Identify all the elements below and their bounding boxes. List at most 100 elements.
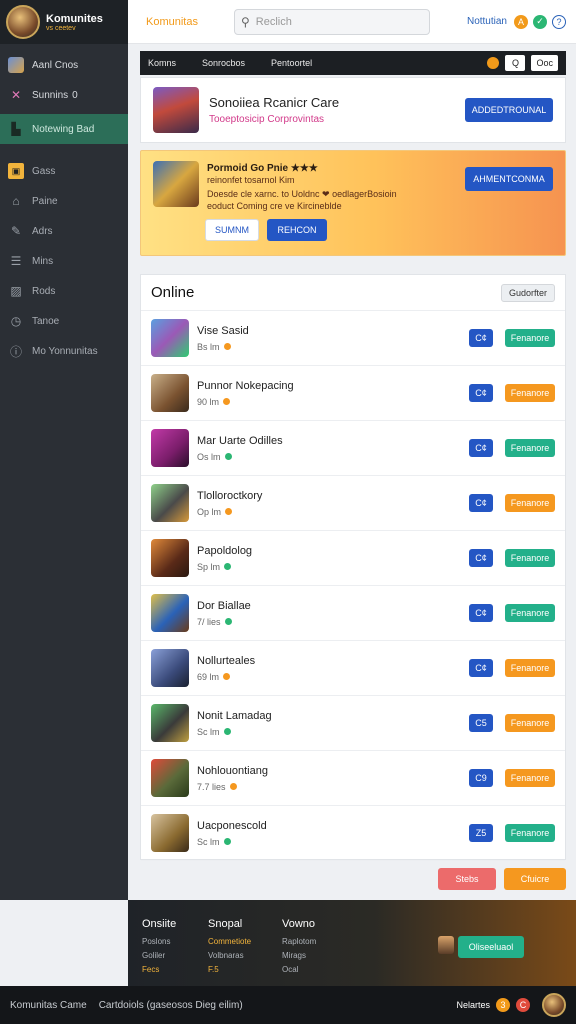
game-thumbnail-icon xyxy=(151,539,189,577)
logo-avatar-icon xyxy=(6,5,40,39)
row-name: Tlolloroctkory xyxy=(197,489,263,502)
promo-button-a[interactable]: SUMNM xyxy=(205,219,259,241)
row-action-button[interactable]: Fenanore xyxy=(505,549,555,567)
list-item[interactable]: Nohlouontiang 7.7 lies C9 Fenanore xyxy=(141,751,565,806)
row-code-button[interactable]: C¢ xyxy=(469,329,493,347)
sidebar-item-label: Aanl Cnos xyxy=(32,59,79,71)
row-name: Nollurteales xyxy=(197,654,256,667)
footer-link[interactable]: Ocal xyxy=(282,965,316,974)
game-thumbnail-icon xyxy=(151,374,189,412)
list-item[interactable]: Nonit Lamadag Sc lm C5 Fenanore xyxy=(141,696,565,751)
tab-search-button[interactable]: Q xyxy=(505,55,526,71)
row-code-button[interactable]: C¢ xyxy=(469,604,493,622)
list-item[interactable]: Papoldolog Sp lm C¢ Fenanore xyxy=(141,531,565,586)
row-code-button[interactable]: Z5 xyxy=(469,824,493,842)
profile-card: Sonoiiea Rcanicr Care Tooeptosicip Corpr… xyxy=(140,77,566,143)
row-meta: Op lm xyxy=(197,506,222,517)
sidebar-item-gass[interactable]: ▣ Gass xyxy=(0,156,128,186)
online-filter-button[interactable]: Gudorfter xyxy=(501,283,555,302)
copyright-text: Komunitas Came xyxy=(10,999,87,1011)
sidebar-item-sunnins[interactable]: ✕ Sunnins 0 xyxy=(0,80,128,110)
game-thumbnail-icon xyxy=(151,704,189,742)
row-code-button[interactable]: C¢ xyxy=(469,549,493,567)
footer-link[interactable]: Mirags xyxy=(282,951,316,960)
search-input[interactable]: ⚲ Reclich xyxy=(234,8,430,35)
row-action-button[interactable]: Fenanore xyxy=(505,604,555,622)
game-thumbnail-icon xyxy=(151,649,189,687)
list-item[interactable]: Uacponescold Sc lm Z5 Fenanore xyxy=(141,806,565,861)
status-check-icon[interactable]: ✓ xyxy=(533,14,547,29)
footer-heading: Onsiite xyxy=(142,918,177,930)
footer-cta-button[interactable]: Oliseeluaol xyxy=(458,936,524,958)
row-code-button[interactable]: C¢ xyxy=(469,439,493,457)
bottom-links[interactable]: Cartdoiols (gaseosos Dieg eilim) xyxy=(99,1000,243,1011)
sidebar-item-mo-yonnunitas[interactable]: ⓘ Mo Yonnunitas xyxy=(0,336,128,366)
status-dot-icon xyxy=(224,618,232,625)
profile-action-button[interactable]: ADDEDTROUNAL xyxy=(465,98,553,122)
promo-primary-button[interactable]: AHMENTCONMA xyxy=(465,167,553,191)
row-action-button[interactable]: Fenanore xyxy=(505,824,555,842)
notifications-link[interactable]: Nottutian xyxy=(467,16,507,27)
tab-bar: Komns Sonrocbos Pentoortel Q Ooc xyxy=(140,51,566,75)
sidebar-item-tanoe[interactable]: ◷ Tanoe xyxy=(0,306,128,336)
list-item[interactable]: Vise Sasid Bs lm C¢ Fenanore xyxy=(141,311,565,366)
tab-komns[interactable]: Komns xyxy=(148,58,176,68)
bottom-notifications-label[interactable]: Nelartes xyxy=(456,1000,490,1010)
row-meta: 69 lm xyxy=(197,671,220,682)
list-item[interactable]: Nollurteales 69 lm C¢ Fenanore xyxy=(141,641,565,696)
tab-sonrocbos[interactable]: Sonrocbos xyxy=(202,58,245,68)
footer-link[interactable]: F.5 xyxy=(208,965,251,974)
sidebar-item-adrs[interactable]: ✎ Adrs xyxy=(0,216,128,246)
row-code-button[interactable]: C¢ xyxy=(469,494,493,512)
user-avatar[interactable] xyxy=(542,993,566,1017)
promo-line-3: eoduct Coming cre ve Kircineblde xyxy=(207,201,342,211)
row-meta: 7/ lies xyxy=(197,616,221,627)
brand-title[interactable]: Komunitas xyxy=(146,16,234,28)
promo-game-icon xyxy=(153,161,199,207)
list-item[interactable]: Dor Biallae 7/ lies C¢ Fenanore xyxy=(141,586,565,641)
tab-pentoortel[interactable]: Pentoortel xyxy=(271,58,312,68)
profile-title: Sonoiiea Rcanicr Care xyxy=(209,95,340,110)
notification-badge[interactable]: A xyxy=(514,14,528,29)
footer-link[interactable]: Raplotom xyxy=(282,937,316,946)
row-action-button[interactable]: Fenanore xyxy=(505,329,555,347)
row-action-button[interactable]: Fenanore xyxy=(505,659,555,677)
online-primary-button[interactable]: Cfuicre xyxy=(504,868,566,890)
row-meta: Sc lm xyxy=(197,726,220,737)
row-code-button[interactable]: C¢ xyxy=(469,659,493,677)
row-action-button[interactable]: Fenanore xyxy=(505,769,555,787)
row-code-button[interactable]: C5 xyxy=(469,714,493,732)
logo[interactable]: Komunites vs ceetev xyxy=(0,0,128,44)
row-action-button[interactable]: Fenanore xyxy=(505,384,555,402)
list-item[interactable]: Punnor Nokepacing 90 lm C¢ Fenanore xyxy=(141,366,565,421)
footer-link[interactable]: Volbnaras xyxy=(208,951,251,960)
sidebar-item-paine[interactable]: ⌂ Paine xyxy=(0,186,128,216)
footer-link[interactable]: Goliler xyxy=(142,951,176,960)
sidebar-item-notewing-bad[interactable]: ▙ Notewing Bad xyxy=(0,114,128,144)
sidebar-item-aanl-cnos[interactable]: Aanl Cnos xyxy=(0,50,128,80)
bottom-badge[interactable]: 3 xyxy=(496,998,510,1012)
list-item[interactable]: Tlolloroctkory Op lm C¢ Fenanore xyxy=(141,476,565,531)
row-code-button[interactable]: C¢ xyxy=(469,384,493,402)
online-panel: Online Gudorfter Vise Sasid Bs lm C¢ Fenano… xyxy=(140,274,566,861)
sidebar-item-rods[interactable]: ▨ Rods xyxy=(0,276,128,306)
game-thumbnail-icon xyxy=(151,814,189,852)
bottom-badge-red[interactable]: C xyxy=(516,998,530,1012)
help-icon[interactable]: ? xyxy=(552,14,566,29)
footer-link[interactable]: Commetiote xyxy=(208,937,251,946)
orange-status-icon[interactable] xyxy=(487,57,500,69)
logo-title: Komunites xyxy=(46,12,103,25)
online-secondary-button[interactable]: Stebs xyxy=(438,868,496,890)
online-title: Online xyxy=(151,284,195,301)
row-code-button[interactable]: C9 xyxy=(469,769,493,787)
row-action-button[interactable]: Fenanore xyxy=(505,439,555,457)
sidebar-item-label: Mo Yonnunitas xyxy=(32,345,98,357)
list-item[interactable]: Mar Uarte Odilles Os lm C¢ Fenanore xyxy=(141,421,565,476)
row-action-button[interactable]: Fenanore xyxy=(505,714,555,732)
footer-link[interactable]: Fecs xyxy=(142,965,176,974)
tab-options-button[interactable]: Ooc xyxy=(531,55,558,71)
promo-button-b[interactable]: REHCON xyxy=(267,219,327,241)
row-action-button[interactable]: Fenanore xyxy=(505,494,555,512)
sidebar-item-mins[interactable]: ☰ Mins xyxy=(0,246,128,276)
footer-link[interactable]: Poslons xyxy=(142,937,176,946)
